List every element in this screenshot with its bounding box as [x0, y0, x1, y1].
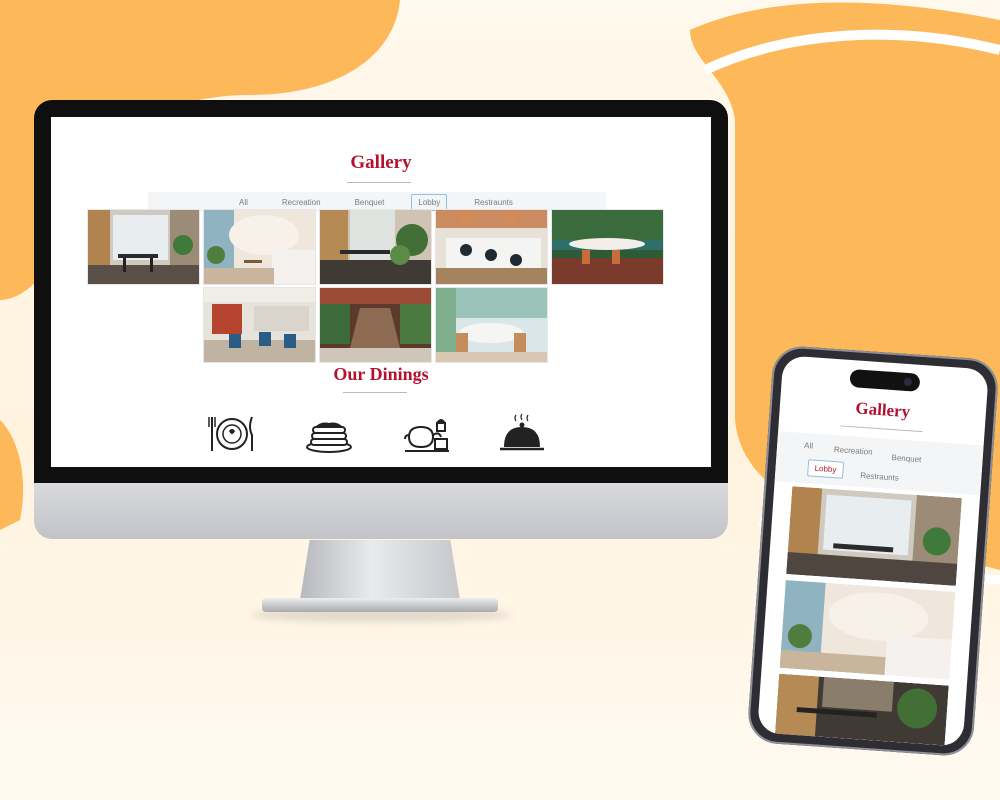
gallery-title: Gallery: [350, 152, 412, 173]
mobile-screen: Gallery All Recreation Benquet Lobby Res…: [757, 355, 989, 747]
mobile-gallery-title-rule: [840, 425, 923, 433]
gallery-photo-lobby-round-table[interactable]: [435, 287, 548, 363]
gallery-photo-lobby-plants[interactable]: [319, 209, 432, 285]
mobile-tab-benquet[interactable]: Benquet: [884, 449, 929, 469]
dinings-title: Our Dinings: [333, 364, 429, 384]
cloche-icon: [500, 413, 544, 451]
mobile-gallery-title: Gallery: [854, 398, 911, 422]
pancakes-icon: [306, 422, 352, 453]
teapot-cupcake-icon: [404, 419, 449, 452]
monitor-chin: [34, 483, 728, 539]
mobile-phone: Gallery All Recreation Benquet Lobby Res…: [746, 344, 1000, 758]
plate-fork-knife-icon: [208, 416, 253, 451]
gallery-photo-lobby-green-wall[interactable]: [551, 209, 664, 285]
mobile-tab-lobby[interactable]: Lobby: [807, 459, 844, 479]
desktop-screen: Gallery All Recreation Benquet Lobby Res…: [51, 117, 711, 467]
mobile-photo-lobby-counter[interactable]: [779, 579, 956, 680]
mobile-photo-lobby-plants[interactable]: [775, 673, 949, 746]
tab-benquet[interactable]: Benquet: [348, 194, 392, 211]
gallery-title-rule: [347, 182, 411, 183]
gallery-photo-lobby-dining[interactable]: [435, 209, 548, 285]
tab-lobby[interactable]: Lobby: [411, 193, 448, 211]
tab-all[interactable]: All: [232, 194, 255, 211]
gallery-photo-lobby-blue-chairs[interactable]: [203, 287, 316, 363]
gallery-photo-lobby-wood-tables[interactable]: [87, 209, 200, 285]
mobile-tab-recreation[interactable]: Recreation: [826, 441, 880, 462]
monitor-stand-neck: [300, 540, 460, 600]
mobile-photo-lobby-wood-tables[interactable]: [786, 486, 962, 586]
phone-notch: [849, 368, 921, 392]
gallery-photo-restaurant-terrace[interactable]: [319, 287, 432, 363]
monitor-stand-base: [262, 598, 498, 612]
desktop-monitor: Gallery All Recreation Benquet Lobby Res…: [34, 100, 728, 540]
gallery-filter-tabs: All Recreation Benquet Lobby Restraunts: [148, 192, 606, 212]
dinings-title-rule: [343, 392, 407, 393]
mobile-tab-all[interactable]: All: [797, 436, 821, 455]
mobile-tab-restraunts[interactable]: Restraunts: [853, 466, 907, 487]
gallery-photo-lobby-counter[interactable]: [203, 209, 316, 285]
tab-recreation[interactable]: Recreation: [275, 194, 328, 211]
tab-restraunts[interactable]: Restraunts: [467, 194, 520, 211]
camera-icon: [903, 377, 913, 387]
